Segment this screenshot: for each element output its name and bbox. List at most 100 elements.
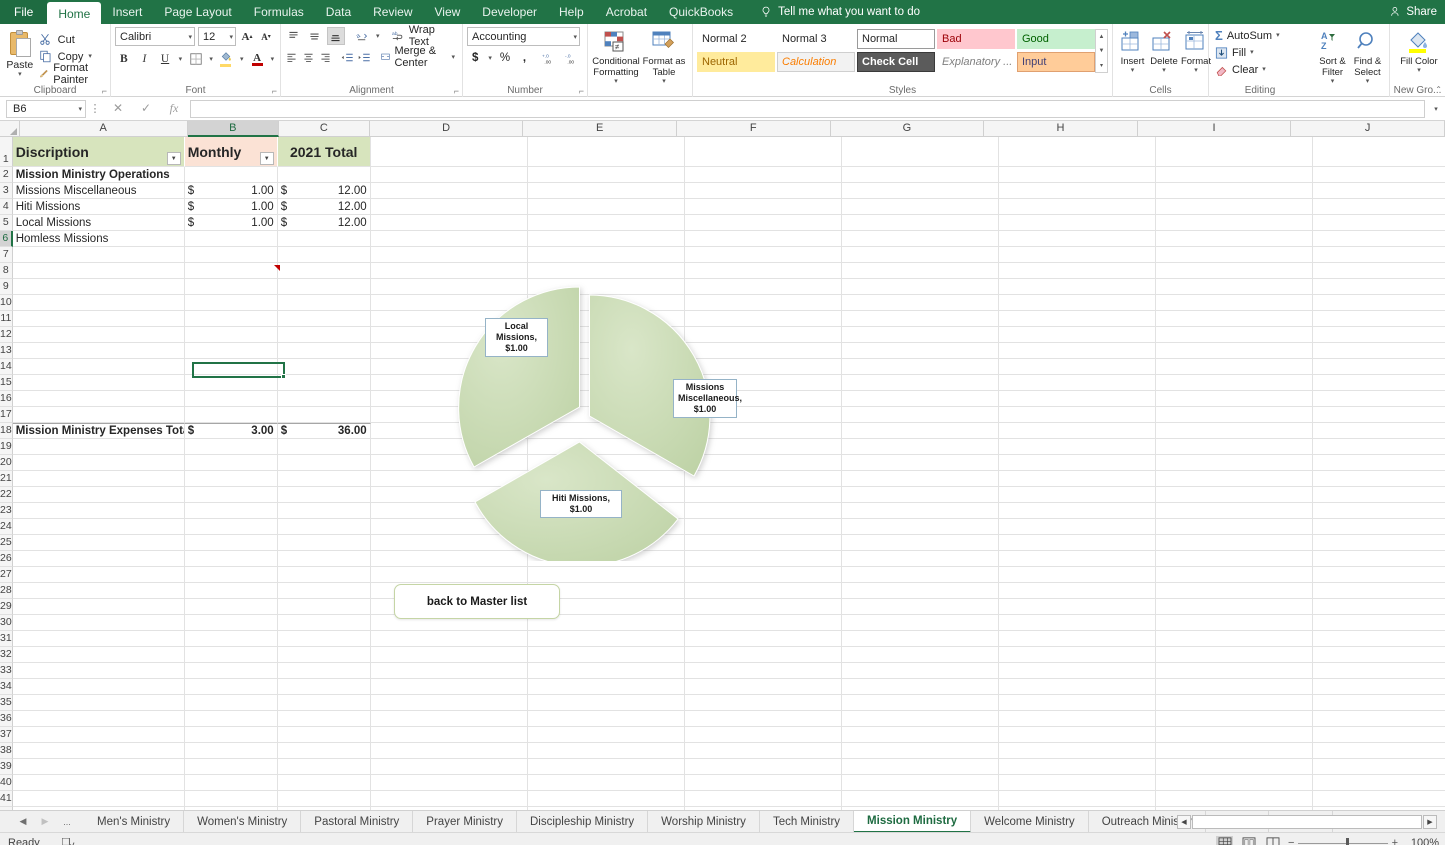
row-header-13[interactable]: 13	[0, 343, 13, 359]
grid-cell[interactable]	[841, 487, 999, 503]
grid-cell-total-label[interactable]: Mission Ministry Expenses Total	[12, 423, 185, 439]
grid-cell[interactable]	[841, 423, 999, 439]
grid-cell[interactable]	[277, 375, 371, 391]
grid-cell-description[interactable]: Hiti Missions	[12, 199, 185, 215]
align-right-button[interactable]	[318, 48, 332, 66]
row-header-10[interactable]: 10	[0, 295, 13, 311]
grid-cell[interactable]	[998, 775, 1156, 791]
grid-cell[interactable]	[277, 711, 371, 727]
cell-style-normal-3[interactable]: Normal 3	[777, 29, 855, 49]
grid-cell[interactable]	[841, 711, 999, 727]
grid-cell[interactable]	[184, 487, 278, 503]
grid-cell[interactable]	[998, 503, 1156, 519]
grid-cell[interactable]	[841, 247, 999, 263]
ribbon-tab-data[interactable]: Data	[315, 0, 362, 24]
grid-cell[interactable]	[12, 343, 185, 359]
grid-cell[interactable]	[998, 279, 1156, 295]
grid-cell[interactable]	[184, 359, 278, 375]
grid-cell[interactable]	[527, 679, 685, 695]
grid-cell[interactable]	[998, 407, 1156, 423]
grid-cell[interactable]	[998, 247, 1156, 263]
grid-cell[interactable]	[12, 631, 185, 647]
grid-cell[interactable]	[184, 551, 278, 567]
grid-cell[interactable]	[1155, 535, 1313, 551]
grid-cell[interactable]	[998, 759, 1156, 775]
grid-cell[interactable]	[684, 743, 842, 759]
grid-cell[interactable]	[1312, 231, 1445, 247]
row-header-18[interactable]: 18	[0, 423, 13, 439]
grid-cell[interactable]	[841, 759, 999, 775]
grid-cell[interactable]	[1155, 599, 1313, 615]
grid-cell[interactable]	[998, 615, 1156, 631]
header-cell-monthly[interactable]: Monthly ▼	[184, 137, 278, 167]
row-header-19[interactable]: 19	[0, 439, 13, 455]
grid-cell[interactable]	[184, 775, 278, 791]
grid-cell[interactable]	[277, 759, 371, 775]
grid-cell[interactable]	[841, 199, 999, 215]
grid-cell[interactable]	[184, 695, 278, 711]
grid-cell[interactable]	[527, 695, 685, 711]
grid-cell[interactable]	[277, 439, 371, 455]
grid-cell[interactable]	[12, 295, 185, 311]
grid-cell[interactable]	[12, 759, 185, 775]
grid-cell[interactable]	[998, 743, 1156, 759]
fill-color-dropdown[interactable]: ▾	[238, 55, 245, 63]
grid-cell[interactable]	[841, 295, 999, 311]
column-header-I[interactable]: I	[1137, 121, 1292, 137]
grid-cell[interactable]	[1312, 263, 1445, 279]
grid-cell[interactable]	[277, 391, 371, 407]
format-painter-button[interactable]: Format Painter	[36, 62, 106, 86]
grid-cell[interactable]	[370, 247, 528, 263]
number-dialog-launcher[interactable]: ⌐	[579, 86, 584, 96]
grid-cell[interactable]	[998, 567, 1156, 583]
grid-cell[interactable]	[684, 583, 842, 599]
grid-cell[interactable]	[527, 631, 685, 647]
grid-cell[interactable]	[12, 567, 185, 583]
grid-cell[interactable]	[277, 311, 371, 327]
grid-cell[interactable]	[841, 343, 999, 359]
grid-cell[interactable]	[841, 631, 999, 647]
grid-cell[interactable]	[1155, 487, 1313, 503]
grid-cell[interactable]	[370, 663, 528, 679]
row-header-3[interactable]: 3	[0, 183, 13, 199]
grid-cell[interactable]	[684, 663, 842, 679]
grid-cell[interactable]	[277, 327, 371, 343]
sheet-tab-mission-ministry[interactable]: Mission Ministry	[854, 810, 972, 833]
grid-cell[interactable]	[841, 439, 999, 455]
grid-cell[interactable]	[184, 439, 278, 455]
grid-cell[interactable]	[998, 535, 1156, 551]
grid-cell[interactable]	[527, 759, 685, 775]
row-header-22[interactable]: 22	[0, 487, 13, 503]
accounting-dropdown[interactable]: ▾	[486, 54, 493, 62]
grid-cell[interactable]	[1155, 743, 1313, 759]
more-sheets-button[interactable]: ...	[56, 817, 78, 827]
scroll-right-button[interactable]: ▶	[1423, 814, 1437, 829]
grid-cell[interactable]	[527, 663, 685, 679]
page-layout-view-button[interactable]	[1240, 836, 1257, 845]
header-cell-2021-total[interactable]: 2021 Total	[277, 137, 371, 167]
grid-cell[interactable]	[998, 311, 1156, 327]
grid-cell[interactable]	[684, 247, 842, 263]
grid-cell[interactable]	[370, 647, 528, 663]
column-header-H[interactable]: H	[984, 121, 1138, 137]
grid-cell[interactable]	[184, 631, 278, 647]
formula-input[interactable]	[190, 99, 1425, 118]
grid-cell[interactable]	[184, 279, 278, 295]
styles-gallery-scroll[interactable]: ▲ ▼ ▾	[1095, 29, 1108, 73]
grid-cell-description[interactable]: Missions Miscellaneous	[12, 183, 185, 199]
grid-cell[interactable]	[184, 327, 278, 343]
sort-filter-button[interactable]: A Z Sort & Filter ▾	[1315, 27, 1350, 97]
row-header-4[interactable]: 4	[0, 199, 13, 215]
grid-cell[interactable]	[12, 359, 185, 375]
grid-cell[interactable]	[998, 727, 1156, 743]
grid-cell[interactable]	[12, 727, 185, 743]
grid-cell[interactable]	[684, 615, 842, 631]
italic-button[interactable]: I	[136, 49, 154, 68]
autosum-button[interactable]: Σ AutoSum ▾	[1213, 27, 1307, 44]
sheet-tab-men-s-ministry[interactable]: Men's Ministry	[84, 810, 185, 833]
grid-cell[interactable]	[684, 183, 842, 199]
grid-cell[interactable]	[277, 247, 371, 263]
grid-cell[interactable]	[370, 743, 528, 759]
chevron-down-icon[interactable]: ▾	[1250, 49, 1254, 56]
grid-cell[interactable]	[1312, 327, 1445, 343]
